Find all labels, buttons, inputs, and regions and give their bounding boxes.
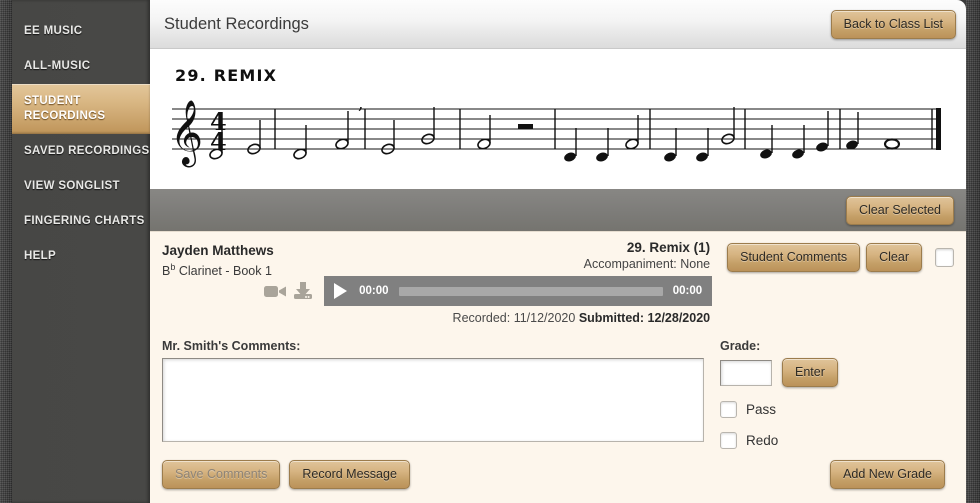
sidebar-item-all-music[interactable]: All-Music [0,49,150,84]
comments-area: Mr. Smith's Comments: Grade: Enter Pass [150,325,966,449]
page-title: Student Recordings [164,14,309,33]
grade-input[interactable] [720,359,772,386]
app-window: EE Music All-Music Student Recordings Sa… [0,0,980,503]
sidebar-item-help[interactable]: Help [0,239,150,274]
redo-option: Redo [720,432,954,449]
recording-media: 29. Remix (1) Accompaniment: None 00:00 … [262,240,713,325]
music-staff: 𝄞 4 4 , [170,94,941,167]
total-time: 00:00 [672,285,703,297]
redo-checkbox[interactable] [720,432,737,449]
main-column: Student Recordings Back to Class List 29… [150,0,966,503]
teacher-comments-group: Mr. Smith's Comments: [162,339,704,449]
record-message-button[interactable]: Record Message [289,460,410,489]
half-rest [518,124,533,129]
sidebar-item-saved-recordings[interactable]: Saved Recordings [0,134,150,169]
back-to-class-list-button[interactable]: Back to Class List [830,9,956,39]
grade-label: Grade: [720,339,761,353]
current-time: 00:00 [359,285,389,297]
student-comments-button[interactable]: Student Comments [727,243,861,272]
submitted-date: Submitted: 12/28/2020 [578,311,711,325]
player-row: 00:00 00:00 [262,276,713,306]
treble-clef-icon: 𝄞 [170,100,203,167]
sidebar-item-student-recordings[interactable]: Student Recordings [0,84,150,134]
sheet-music-title: 29. REMIX [175,66,278,85]
play-icon[interactable] [334,283,348,299]
pass-option: Pass [720,401,954,418]
page-header: Student Recordings Back to Class List [150,0,966,49]
student-name: Jayden Matthews [162,243,274,258]
recording-detail-panel: Jayden Matthews Bb Clarinet - Book 1 29.… [150,231,966,503]
comments-textarea[interactable] [162,358,704,442]
breath-mark: , [358,94,363,114]
grade-entry-row: Enter [720,358,954,387]
comments-label: Mr. Smith's Comments: [162,339,301,353]
video-camera-icon[interactable] [262,279,288,303]
pass-checkbox[interactable] [720,401,737,418]
bottom-action-bar: Save Comments Record Message Add New Gra… [150,449,966,489]
sheet-music-panel: 29. REMIX 𝄞 4 4 , [150,49,966,189]
recording-actions: Student Comments Clear [712,240,954,272]
select-recording-checkbox[interactable] [935,248,954,267]
clear-button[interactable]: Clear [866,243,922,272]
instrument-rest: Clarinet - Book 1 [175,264,272,279]
enter-grade-button[interactable]: Enter [782,358,838,387]
student-info: Jayden Matthews Bb Clarinet - Book 1 [162,240,274,278]
accompaniment-label: Accompaniment: None [583,257,711,271]
student-instrument: Bb Clarinet - Book 1 [162,262,272,278]
sidebar-item-ee-music[interactable]: EE Music [0,14,150,49]
redo-label: Redo [746,433,779,448]
window-right-edge [966,0,980,503]
add-new-grade-button[interactable]: Add New Grade [830,460,945,489]
recording-row: Jayden Matthews Bb Clarinet - Book 1 29.… [150,240,966,325]
sidebar-item-fingering-charts[interactable]: Fingering Charts [0,204,150,239]
grade-group: Grade: Enter Pass Redo [704,339,954,449]
song-title: 29. Remix (1) [626,240,711,255]
clear-selected-button[interactable]: Clear Selected [846,195,954,225]
audio-player[interactable]: 00:00 00:00 [324,276,713,306]
save-comments-button[interactable]: Save Comments [162,460,281,489]
download-icon[interactable] [290,279,316,303]
recorded-date: Recorded: 11/12/2020 [452,311,576,325]
recording-dates: Recorded: 11/12/2020 Submitted: 12/28/20… [262,311,712,325]
sidebar-item-view-songlist[interactable]: View Songlist [0,169,150,204]
sidebar-nav: EE Music All-Music Student Recordings Sa… [0,0,150,503]
seek-slider[interactable] [398,286,663,296]
clear-selected-toolbar: Clear Selected [150,189,966,231]
pass-label: Pass [746,402,777,417]
